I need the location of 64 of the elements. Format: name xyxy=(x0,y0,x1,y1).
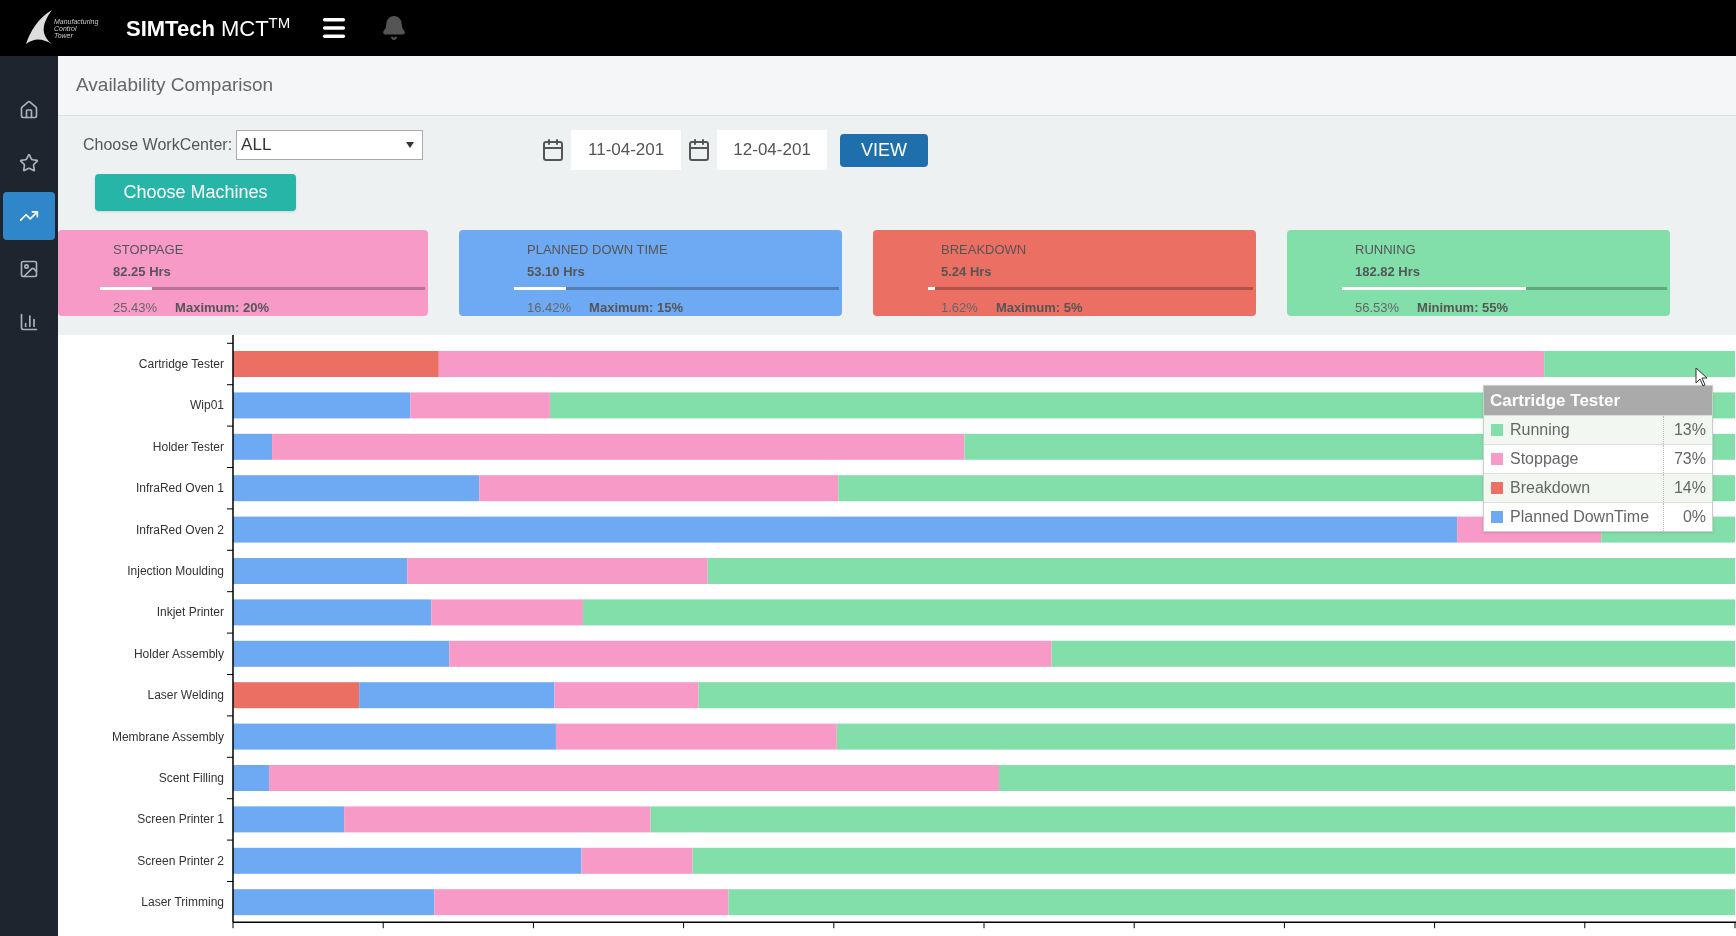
machine-label: InfraRed Oven 2 xyxy=(135,522,224,537)
machine-label: Inkjet Printer xyxy=(156,605,224,620)
star-icon xyxy=(19,153,39,173)
tooltip-value: 73% xyxy=(1672,449,1707,469)
machine-label: Holder Assembly xyxy=(133,646,224,661)
machine-label: InfraRed Oven 1 xyxy=(135,481,224,496)
stacked-bar[interactable] xyxy=(233,723,1735,750)
machine-label: Holder Tester xyxy=(152,439,224,454)
tooltip-title: Cartridge Tester xyxy=(1484,386,1712,415)
machine-label: Scent Filling xyxy=(158,771,224,785)
card-title: PLANNED DOWN TIME xyxy=(527,241,669,259)
card-title: RUNNING xyxy=(1355,241,1417,259)
stacked-bar[interactable] xyxy=(233,889,1735,916)
card-limit: Minimum: 55% xyxy=(1417,299,1509,317)
page-title: Availability Comparison xyxy=(76,73,274,98)
stacked-bar[interactable] xyxy=(233,682,1735,709)
tooltip-label: Breakdown xyxy=(1510,478,1591,498)
card-hours: 5.24 Hrs xyxy=(941,262,993,281)
card-title: STOPPAGE xyxy=(113,241,185,259)
card-hours: 82.25 Hrs xyxy=(113,262,172,281)
machine-label: Membrane Assembly xyxy=(111,729,224,744)
stacked-bar[interactable] xyxy=(233,806,1735,833)
workcenter-select[interactable]: ALL xyxy=(236,130,424,160)
date-from-field[interactable]: 11-04-201 xyxy=(571,130,682,170)
card-hours: 53.10 Hrs xyxy=(527,262,586,281)
machine-label: Laser Trimming xyxy=(141,895,224,910)
date-to-field[interactable]: 12-04-201 xyxy=(717,130,828,170)
card-limit: Maximum: 5% xyxy=(995,299,1083,317)
machine-label: Wip01 xyxy=(190,398,224,413)
card-limit: Maximum: 20% xyxy=(175,299,269,317)
tooltip-value: 13% xyxy=(1672,420,1707,440)
card-percent: 56.53% xyxy=(1355,299,1400,317)
machine-label: Screen Printer 1 xyxy=(137,812,224,827)
stacked-bar[interactable] xyxy=(233,765,1735,791)
stacked-bar[interactable] xyxy=(233,599,1735,626)
calendar-icon[interactable] xyxy=(687,138,712,162)
card-percent: 16.42% xyxy=(527,299,572,317)
brand-title: SIMTech MCT$^{TM}$ xyxy=(126,13,291,43)
workcenter-label: Choose WorkCenter: xyxy=(83,135,233,155)
machine-label: Injection Moulding xyxy=(127,564,224,578)
dropdown-caret-icon xyxy=(406,142,415,148)
tooltip-label: Stoppage xyxy=(1510,449,1579,469)
tooltip-label: Planned DownTime xyxy=(1510,507,1650,527)
machine-label: Cartridge Tester xyxy=(138,357,224,371)
view-button[interactable]: VIEW xyxy=(840,133,929,167)
tooltip-value: 0% xyxy=(1681,507,1707,527)
stacked-bar[interactable] xyxy=(233,640,1735,667)
bar-chart-icon xyxy=(19,312,39,332)
tooltip-value: 14% xyxy=(1672,478,1707,498)
stacked-bar[interactable] xyxy=(233,351,1735,377)
machine-label: Screen Printer 2 xyxy=(137,853,224,868)
image-icon xyxy=(19,259,39,279)
card-limit: Maximum: 15% xyxy=(589,299,683,317)
tooltip-label: Running xyxy=(1510,420,1570,440)
machine-label: Laser Welding xyxy=(147,688,224,703)
stacked-bar[interactable] xyxy=(233,558,1735,584)
calendar-icon[interactable] xyxy=(541,138,566,162)
home-icon xyxy=(19,100,39,120)
card-percent: 1.62% xyxy=(941,299,978,317)
stacked-bar[interactable] xyxy=(233,847,1735,874)
card-title: BREAKDOWN xyxy=(941,241,1028,259)
card-percent: 25.43% xyxy=(113,299,158,317)
bell-icon[interactable] xyxy=(381,15,408,41)
card-hours: 182.82 Hrs xyxy=(1355,262,1422,281)
